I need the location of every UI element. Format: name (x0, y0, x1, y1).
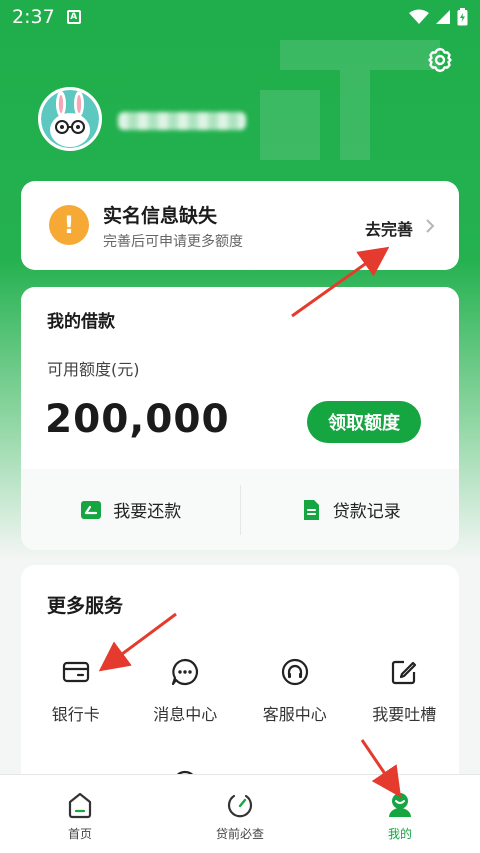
complete-info-link[interactable]: 去完善 (365, 216, 413, 240)
service-feedback[interactable]: 我要吐槽 (350, 657, 460, 725)
loan-actions: 我要还款 贷款记录 (21, 469, 459, 550)
realname-info-card[interactable]: ! 实名信息缺失 完善后可申请更多额度 去完善 (21, 181, 459, 270)
service-bank-card[interactable]: 银行卡 (21, 657, 131, 725)
feedback-edit-icon (392, 660, 417, 685)
message-icon (172, 658, 199, 686)
services-title: 更多服务 (47, 595, 124, 617)
nav-label: 贷前必查 (215, 827, 264, 841)
realname-title: 实名信息缺失 (103, 205, 218, 227)
more-services-card: 更多服务 银行卡 消息中心 客服中心 我要吐槽 (21, 565, 459, 805)
service-label: 银行卡 (51, 705, 100, 724)
notification-icon: A (66, 10, 81, 24)
nav-home[interactable]: 首页 (0, 775, 160, 853)
avatar[interactable] (38, 87, 102, 151)
service-label: 消息中心 (153, 705, 218, 724)
headset-icon (281, 658, 308, 686)
bottom-navigation: 首页 贷前必查 我的 (0, 774, 480, 853)
repay-button[interactable]: 我要还款 (21, 497, 240, 522)
rabbit-avatar-icon (41, 90, 99, 148)
signal-icon (436, 10, 450, 24)
nav-mine[interactable]: 我的 (320, 775, 480, 853)
service-label: 我要吐槽 (372, 705, 437, 724)
nav-preloan-check[interactable]: 贷前必查 (160, 775, 320, 853)
service-customer-center[interactable]: 客服中心 (240, 657, 350, 725)
status-bar: 2:37 A (0, 0, 480, 34)
loan-title: 我的借款 (47, 312, 115, 332)
loan-summary: 我的借款 可用额度(元) 200,000 领取额度 (21, 287, 459, 469)
username-blurred (118, 112, 246, 130)
claim-credit-button[interactable]: 领取额度 (307, 401, 421, 443)
home-icon (68, 792, 92, 819)
loan-records-label: 贷款记录 (332, 502, 401, 522)
service-message-center[interactable]: 消息中心 (131, 657, 241, 725)
wifi-icon (409, 9, 429, 24)
repay-label: 我要还款 (113, 502, 182, 522)
my-loan-card: 我的借款 可用额度(元) 200,000 领取额度 我要还款 贷款记录 (21, 287, 459, 550)
repay-icon (81, 500, 102, 519)
nav-label: 首页 (67, 827, 92, 841)
gauge-icon (227, 794, 253, 818)
loan-records-button[interactable]: 贷款记录 (241, 497, 460, 522)
settings-gear-icon[interactable] (426, 46, 454, 74)
user-icon (389, 793, 411, 817)
available-credit-amount: 200,000 (45, 397, 230, 442)
decorative-logo-shape (260, 40, 440, 160)
chevron-right-icon (426, 219, 435, 233)
service-label: 客服中心 (262, 705, 327, 724)
warning-icon: ! (49, 205, 89, 245)
status-time: 2:37 (12, 6, 55, 28)
available-credit-label: 可用额度(元) (47, 360, 140, 379)
nav-label: 我的 (387, 827, 412, 841)
realname-subtitle: 完善后可申请更多额度 (103, 234, 243, 250)
bank-card-icon (62, 661, 89, 683)
battery-icon (457, 8, 468, 26)
services-grid: 银行卡 消息中心 客服中心 我要吐槽 (21, 657, 459, 725)
document-icon (303, 499, 319, 520)
